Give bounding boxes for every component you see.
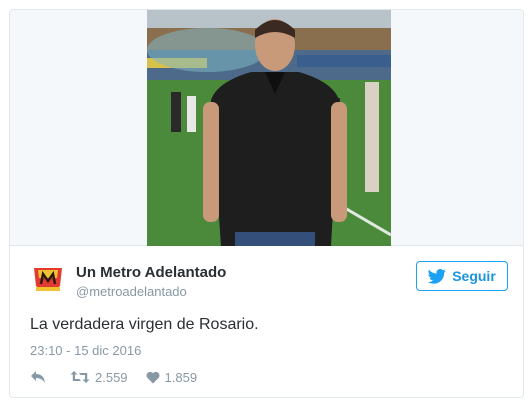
tweet-photo[interactable]	[147, 10, 391, 246]
author-avatar[interactable]	[30, 262, 66, 298]
like-count: 1.859	[164, 369, 198, 385]
reply-icon	[31, 371, 45, 383]
metro-logo-icon	[30, 262, 66, 298]
follow-button[interactable]: Seguir	[416, 261, 508, 291]
retweet-icon	[70, 371, 90, 383]
tweet-text: La verdadera virgen de Rosario.	[30, 316, 259, 333]
tweet-media[interactable]	[10, 10, 523, 246]
retweet-button[interactable]: 2.559	[70, 370, 128, 385]
tweet-timestamp[interactable]: 23:10 - 15 dic 2016	[30, 343, 141, 358]
author-name[interactable]: Un Metro Adelantado	[76, 264, 226, 281]
tweet-card: Un Metro Adelantado @metroadelantado Seg…	[9, 9, 524, 398]
reply-button[interactable]	[30, 370, 46, 384]
photo-illustration	[147, 10, 391, 246]
author-handle[interactable]: @metroadelantado	[76, 284, 187, 299]
heart-icon	[146, 371, 160, 383]
tweet-actions: 2.559 1.859	[30, 367, 197, 387]
retweet-count: 2.559	[95, 369, 128, 385]
twitter-bird-icon	[428, 268, 446, 284]
follow-label: Seguir	[452, 268, 496, 284]
like-button[interactable]: 1.859	[146, 369, 198, 385]
